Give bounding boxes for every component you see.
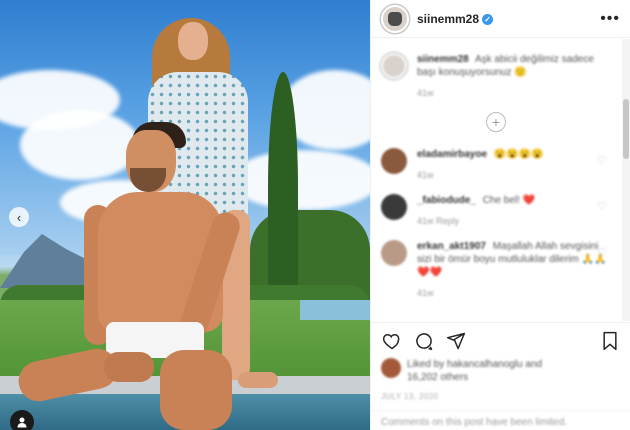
comment-username[interactable]: eladamirbayoe <box>417 149 487 160</box>
more-horizontal-icon[interactable]: ••• <box>600 10 620 28</box>
caption: siinemm28 Aşk abicii değilimiz sadece ba… <box>381 53 611 100</box>
post-panel: siinemm28 ✓ ••• siinemm28 Aşk abicii deği… <box>370 0 630 430</box>
action-bar <box>371 322 630 358</box>
avatar[interactable] <box>381 240 407 266</box>
heart-icon[interactable] <box>381 330 403 352</box>
post-date: JULY 13, 2020 <box>381 392 439 401</box>
heart-icon[interactable]: ♡ <box>597 154 607 167</box>
bookmark-icon[interactable] <box>599 330 621 352</box>
likes-summary[interactable]: Liked by hakancalhanoglu and 16,202 othe… <box>381 358 621 384</box>
send-icon[interactable] <box>445 330 467 352</box>
username-text[interactable]: siinemm28 <box>417 12 479 26</box>
woman-face <box>178 22 208 60</box>
verified-badge-icon: ✓ <box>482 13 494 25</box>
cypress-tree <box>268 72 298 302</box>
avatar[interactable] <box>381 358 401 378</box>
list-item: eladamirbayoe 😮😮😮😮 41w ♡ <box>381 148 611 182</box>
list-item: _fabiodude_ Che bel! ❤️ 41w Reply ♡ <box>381 194 611 228</box>
comment-text: Che bel! <box>482 195 520 206</box>
avatar[interactable] <box>381 148 407 174</box>
comment-username[interactable]: erkan_akt1907 <box>417 241 486 252</box>
post-username[interactable]: siinemm28 ✓ <box>417 12 494 26</box>
cloud <box>20 110 140 180</box>
likes-count[interactable]: 16,202 others <box>407 371 542 384</box>
comment-emojis: 😮😮😮😮 <box>493 149 544 160</box>
comment-icon[interactable] <box>413 330 435 352</box>
comment-emojis: ❤️ <box>522 195 536 206</box>
man-leg-right <box>160 350 232 430</box>
heart-icon[interactable]: ♡ <box>597 200 607 213</box>
comment-meta: 41w Reply <box>417 216 460 226</box>
chevron-left-icon[interactable]: ‹ <box>9 207 29 227</box>
comment-username[interactable]: _fabiodude_ <box>417 195 476 206</box>
man-hands <box>104 352 154 382</box>
caption-time: 41w <box>417 88 434 98</box>
list-item: erkan_akt1907 Maşallah Allah sevgisini s… <box>381 240 611 300</box>
post-header: siinemm28 ✓ ••• <box>371 0 630 38</box>
scrollbar-thumb[interactable] <box>623 99 629 159</box>
caption-username[interactable]: siinemm28 <box>417 54 469 65</box>
plus-circle-icon[interactable]: + <box>486 112 506 132</box>
heart-icon[interactable]: ♡ <box>597 246 607 259</box>
comment-meta: 41w <box>417 170 434 180</box>
avatar[interactable] <box>381 4 409 33</box>
woman-foot <box>238 372 278 388</box>
pool-far <box>300 300 370 320</box>
scrollbar[interactable] <box>622 39 630 321</box>
post-photo[interactable]: ‹ <box>0 0 370 430</box>
caption-emoji: 🙂 <box>514 67 527 78</box>
avatar[interactable] <box>381 53 407 79</box>
comment-meta: 41w <box>417 288 434 298</box>
comments-disabled-notice: Comments on this post have been limited. <box>371 410 630 430</box>
comments-list: siinemm28 Aşk abicii değilimiz sadece ba… <box>371 39 621 321</box>
likes-line-1: Liked by hakancalhanoglu and <box>407 359 543 370</box>
cloud <box>230 150 370 210</box>
avatar[interactable] <box>381 194 407 220</box>
tagged-user-icon[interactable] <box>10 410 34 430</box>
